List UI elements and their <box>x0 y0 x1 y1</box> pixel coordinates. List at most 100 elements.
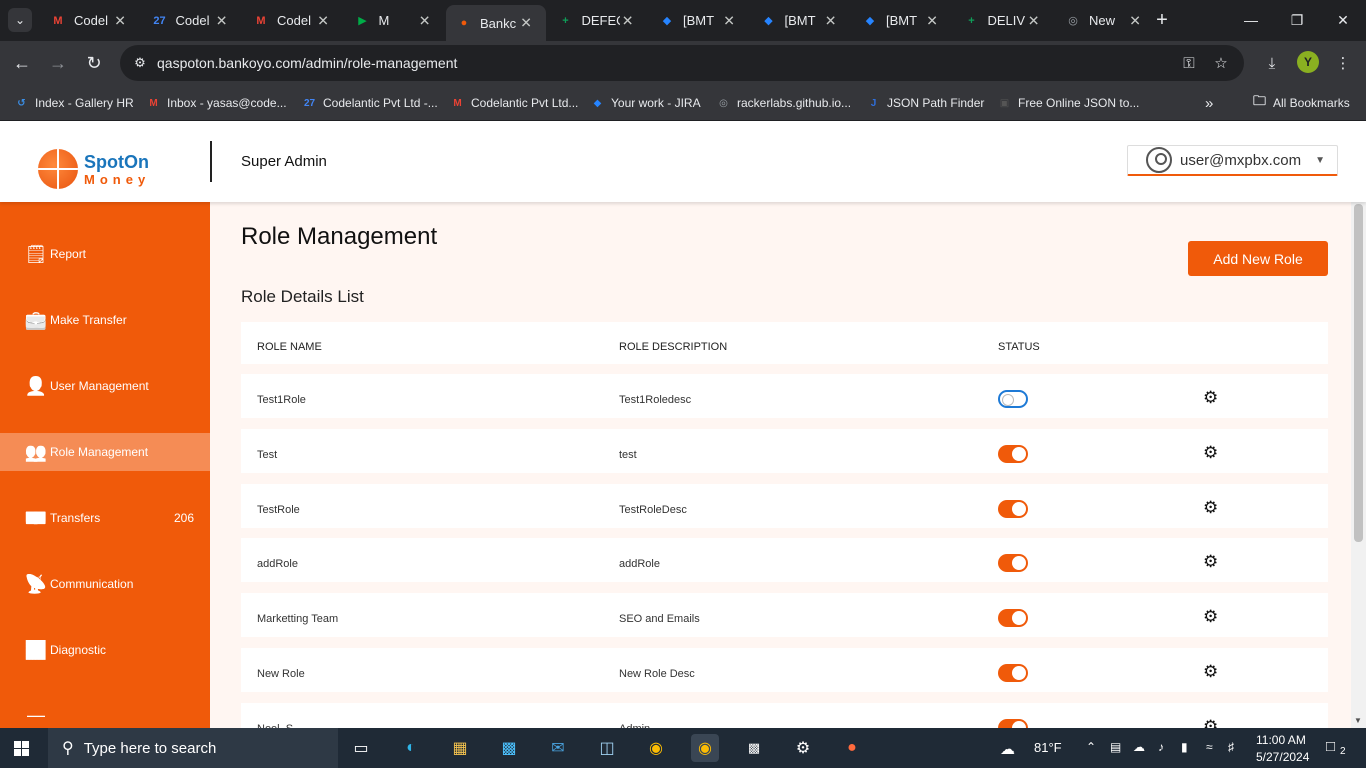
clock-date[interactable]: 5/27/2024 <box>1256 750 1309 764</box>
sidebar-item-role-management[interactable]: 👥 Role Management <box>0 433 210 471</box>
gear-icon[interactable]: ⚙ <box>1203 552 1218 572</box>
store-icon[interactable]: ▩ <box>495 734 523 762</box>
browser-tab[interactable]: ▶ M ✕ <box>345 7 445 34</box>
browser-tab[interactable]: ◆ [BMT ✕ <box>649 7 749 34</box>
tray-network-drive-icon[interactable]: ▤ <box>1110 740 1121 754</box>
tab-close-icon[interactable]: ✕ <box>317 12 329 29</box>
weather-temp[interactable]: 81°F <box>1034 740 1062 755</box>
tab-close-icon[interactable]: ✕ <box>723 12 735 29</box>
browser-tab[interactable]: M Codel ✕ <box>40 7 140 34</box>
tab-close-icon[interactable]: ✕ <box>1129 12 1141 29</box>
status-toggle[interactable] <box>998 554 1028 573</box>
add-new-role-button[interactable]: Add New Role <box>1188 241 1328 276</box>
reload-icon[interactable]: ↻ <box>80 49 108 77</box>
browser-tab[interactable]: M Codel ✕ <box>243 7 343 34</box>
user-menu-dropdown[interactable]: user@mxpbx.com ▼ <box>1127 145 1338 176</box>
bookmark-item[interactable]: ▣ Free Online JSON to... <box>997 93 1140 113</box>
bookmark-item[interactable]: 27 Codelantic Pvt Ltd -... <box>302 93 438 113</box>
status-toggle[interactable] <box>998 390 1028 408</box>
status-toggle[interactable] <box>998 499 1028 518</box>
microphone-icon[interactable]: ♪ <box>1158 740 1164 754</box>
wifi-icon[interactable]: ≈ <box>1206 740 1213 754</box>
sidebar-item-report[interactable]: 🗒 Report <box>0 235 210 273</box>
sidebar-item-more[interactable]: — <box>0 696 210 728</box>
password-key-icon[interactable]: ⚿ <box>1178 53 1200 73</box>
gear-icon[interactable]: ⚙ <box>1203 498 1218 518</box>
download-icon[interactable]: ⤓ <box>1261 53 1283 73</box>
profile-avatar[interactable]: Y <box>1297 51 1319 73</box>
task-view-icon[interactable]: ▭ <box>347 734 375 762</box>
chrome-taskbar-icon[interactable]: ◉ <box>642 734 670 762</box>
forward-arrow-icon[interactable]: → <box>44 49 72 77</box>
mail-icon[interactable]: ✉ <box>544 734 572 762</box>
browser-tab[interactable]: ● Bankc ✕ <box>446 5 546 41</box>
gear-icon[interactable]: ⚙ <box>1203 388 1218 408</box>
status-toggle[interactable] <box>998 718 1028 728</box>
terminal-icon[interactable]: ▩ <box>740 734 768 762</box>
browser-tab[interactable]: + DELIV ✕ <box>954 7 1054 34</box>
file-explorer-icon[interactable]: ▦ <box>446 734 474 762</box>
tab-close-icon[interactable]: ✕ <box>419 12 431 29</box>
gear-icon[interactable]: ⚙ <box>1203 607 1218 627</box>
tab-close-icon[interactable]: ✕ <box>622 12 634 29</box>
bookmark-item[interactable]: ◎ rackerlabs.github.io... <box>716 93 851 113</box>
back-arrow-icon[interactable]: ← <box>8 49 36 77</box>
scroll-down-arrow-icon[interactable]: ▼ <box>1354 716 1362 725</box>
edge-icon[interactable]: ◐ <box>397 734 425 762</box>
tab-close-icon[interactable]: ✕ <box>926 12 938 29</box>
page-scrollbar[interactable]: ▼ <box>1351 202 1366 728</box>
windows-start-icon[interactable] <box>8 736 36 760</box>
browser-tab[interactable]: ◎ New ✕ <box>1055 7 1155 34</box>
tray-cloud-icon[interactable]: ☁ <box>1133 740 1145 754</box>
chrome-menu-icon[interactable]: ⋮ <box>1332 53 1354 73</box>
browser-tab[interactable]: + DEFEC✕ <box>548 7 648 34</box>
restore-button[interactable]: ❐ <box>1274 6 1320 34</box>
scrollbar-thumb[interactable] <box>1354 204 1363 542</box>
tab-close-icon[interactable]: ✕ <box>825 12 837 29</box>
battery-icon[interactable]: ▮ <box>1181 740 1188 754</box>
app-icon[interactable]: ◫ <box>593 734 621 762</box>
tray-chevron-up-icon[interactable]: ⌃ <box>1086 740 1096 754</box>
clock-time[interactable]: 11:00 AM <box>1256 733 1306 747</box>
status-toggle[interactable] <box>998 444 1028 463</box>
settings-icon[interactable]: ⚙ <box>789 734 817 762</box>
tab-close-icon[interactable]: ✕ <box>114 12 126 29</box>
tab-close-icon[interactable]: ✕ <box>1028 12 1040 29</box>
postman-icon[interactable]: ● <box>838 734 866 762</box>
gear-icon[interactable]: ⚙ <box>1203 662 1218 682</box>
address-bar[interactable]: ⚙ qaspoton.bankoyo.com/admin/role-manage… <box>120 45 1244 81</box>
taskbar-search-box[interactable]: ⚲ Type here to search <box>48 728 338 768</box>
bookmark-item[interactable]: ◆ Your work - JIRA <box>590 93 701 113</box>
new-tab-button[interactable]: + <box>1150 8 1174 32</box>
bookmark-item[interactable]: ↺ Index - Gallery HR <box>14 93 133 113</box>
weather-icon[interactable]: ☁ <box>1000 740 1015 758</box>
site-info-icon[interactable]: ⚙ <box>130 53 150 73</box>
sidebar-item-diagnostic[interactable]: 📈 Diagnostic <box>0 631 210 669</box>
tab-close-icon[interactable]: ✕ <box>216 12 228 29</box>
bookmarks-overflow-icon[interactable]: » <box>1205 93 1213 113</box>
status-toggle[interactable] <box>998 664 1028 682</box>
tab-search-icon[interactable]: ⌄ <box>8 8 32 32</box>
bookmark-star-icon[interactable]: ☆ <box>1210 53 1232 73</box>
bookmark-item[interactable]: J JSON Path Finder <box>866 93 985 113</box>
sidebar-item-make-transfer[interactable]: 💼 Make Transfer <box>0 301 210 339</box>
bookmark-item[interactable]: M Codelantic Pvt Ltd... <box>450 93 578 113</box>
gear-icon[interactable]: ⚙ <box>1203 443 1218 463</box>
volume-icon[interactable]: ♯ <box>1228 740 1234 754</box>
sidebar-item-user-management[interactable]: 👤 User Management <box>0 367 210 405</box>
sidebar-item-transfers[interactable]: 💵 Transfers 206 <box>0 499 210 537</box>
tab-close-icon[interactable]: ✕ <box>520 15 532 32</box>
gear-icon[interactable]: ⚙ <box>1203 717 1218 728</box>
close-window-button[interactable]: ✕ <box>1320 6 1366 34</box>
browser-tab[interactable]: ◆ [BMT ✕ <box>751 7 851 34</box>
minimize-button[interactable]: — <box>1228 6 1274 34</box>
browser-tab[interactable]: ◆ [BMT ✕ <box>852 7 952 34</box>
spoton-logo[interactable]: SpotOn Money <box>38 149 150 189</box>
all-bookmarks-button[interactable]: 🗀 All Bookmarks <box>1252 93 1350 113</box>
browser-tab[interactable]: 27 Codel ✕ <box>142 7 242 34</box>
status-toggle[interactable] <box>998 609 1028 628</box>
url-text[interactable]: qaspoton.bankoyo.com/admin/role-manageme… <box>157 55 457 71</box>
sidebar-item-communication[interactable]: 📡 Communication <box>0 565 210 603</box>
notification-icon[interactable]: □ <box>1326 738 1335 755</box>
bookmark-item[interactable]: M Inbox - yasas@code... <box>146 93 286 113</box>
